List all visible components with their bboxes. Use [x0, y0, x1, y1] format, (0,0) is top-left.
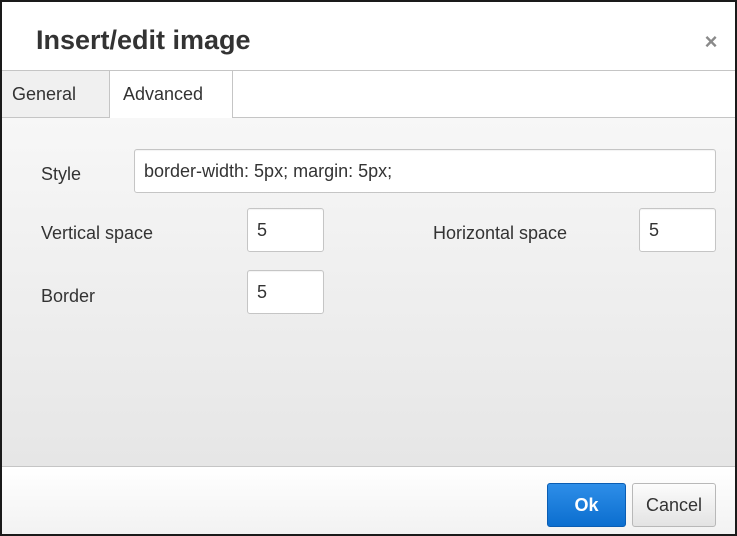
dialog-footer: Ok Cancel: [2, 466, 735, 534]
dialog-title: Insert/edit image: [36, 25, 251, 55]
ok-button[interactable]: Ok: [547, 483, 626, 527]
border-input[interactable]: 5: [247, 270, 324, 314]
tab-advanced[interactable]: Advanced: [110, 71, 233, 118]
close-icon[interactable]: ×: [699, 30, 723, 54]
tab-general[interactable]: General: [2, 71, 110, 117]
dialog-titlebar[interactable]: Insert/edit image ×: [2, 2, 735, 71]
vertical-space-input[interactable]: 5: [247, 208, 324, 252]
advanced-panel: Style border-width: 5px; margin: 5px; Ve…: [2, 118, 735, 466]
style-label: Style: [41, 164, 82, 184]
insert-edit-image-dialog: Insert/edit image × General Advanced Sty…: [0, 0, 737, 536]
tab-bar: General Advanced: [2, 71, 735, 118]
cancel-button[interactable]: Cancel: [632, 483, 716, 527]
style-input[interactable]: border-width: 5px; margin: 5px;: [134, 149, 716, 193]
vertical-space-label: Vertical space: [41, 223, 154, 243]
horizontal-space-input[interactable]: 5: [639, 208, 716, 252]
horizontal-space-label: Horizontal space: [433, 223, 568, 243]
border-label: Border: [41, 286, 96, 306]
